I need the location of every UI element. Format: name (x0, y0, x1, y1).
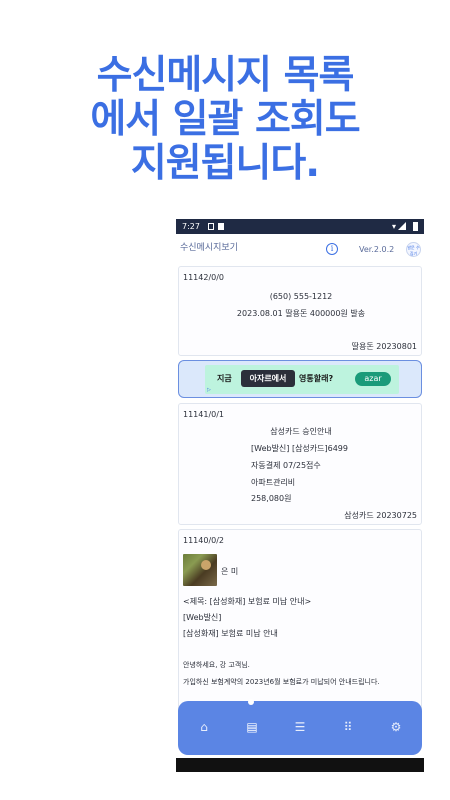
message-line: 자동결제 07/25접수 (251, 461, 321, 470)
table-icon[interactable]: ☰ (292, 719, 308, 735)
message-id: 11141/0/1 (183, 410, 225, 419)
message-list[interactable]: 11142/0/0 (650) 555-1212 2023.08.01 딸용돈 … (176, 264, 424, 772)
message-card[interactable]: 11140/0/2 은 미 <제목: [삼성화재] 보험료 미납 안내> [We… (178, 529, 422, 729)
message-line: [Web발신] [삼성카드]6499 (251, 444, 348, 453)
notification-icon (208, 223, 214, 230)
message-icon[interactable]: ▤ (244, 719, 260, 735)
message-line: 가입하신 보험계약의 2023년6월 보험료가 미납되어 안내드립니다. (183, 678, 380, 686)
message-line: (650) 555-1212 (269, 292, 333, 301)
ad-highlight: 아자르에서 (241, 370, 295, 387)
sim-icon (218, 223, 224, 230)
ad-text: 영통할래? (299, 374, 334, 383)
photo-subject (201, 560, 211, 570)
message-id: 11140/0/2 (183, 536, 225, 545)
sender-photo (183, 554, 217, 586)
message-line: [삼성화재] 보험료 미납 안내 (183, 629, 278, 638)
screen: 수신메시지 목록 에서 일괄 조회도 지원됩니다. 7:27 ▾ 수신메시지보기… (0, 0, 450, 800)
message-line: 아파트관리비 (251, 478, 296, 487)
ad-image[interactable]: 지금 아자르에서 영통할래? azar ▷ (205, 365, 399, 394)
active-indicator (248, 699, 254, 705)
ad-choices-icon[interactable]: ▷ (207, 387, 211, 393)
info-icon[interactable]: i (326, 243, 338, 255)
ad-text: 지금 (217, 374, 232, 383)
message-footer: 삼성카드 20230725 (344, 511, 417, 520)
bottom-nav: ⌂ ▤ ☰ ⠿ ⚙ (178, 699, 422, 755)
wifi-icon: ▾ (391, 222, 396, 231)
app-bar: 수신메시지보기 i Ver.2.0.2 발문 수집기 (176, 234, 424, 264)
sender-name: 은 미 (221, 567, 239, 576)
message-line: 2023.08.01 딸용돈 400000원 발송 (236, 309, 366, 318)
phone-screen: 7:27 ▾ 수신메시지보기 i Ver.2.0.2 발문 수집기 11142/… (176, 219, 424, 772)
message-line: 258,080원 (251, 494, 292, 503)
message-footer: 딸용돈 20230801 (351, 342, 417, 351)
status-bar: 7:27 ▾ (176, 219, 424, 234)
app-logo-avatar[interactable]: 발문 수집기 (406, 242, 421, 257)
ad-banner[interactable]: 지금 아자르에서 영통할래? azar ▷ (178, 360, 422, 398)
promo-line-1: 수신메시지 목록 (96, 53, 355, 98)
message-line: [Web발신] (183, 613, 222, 622)
message-line: 안녕하세요, 강 고객님. (183, 661, 250, 669)
ad-brand-logo: azar (355, 372, 391, 386)
system-nav-bar (176, 758, 424, 772)
promo-headline: 수신메시지 목록 에서 일괄 조회도 지원됩니다. (0, 54, 450, 186)
home-icon[interactable]: ⌂ (196, 719, 212, 735)
message-id: 11142/0/0 (183, 273, 225, 282)
signal-icon (398, 222, 406, 230)
status-time: 7:27 (182, 222, 200, 231)
app-title: 수신메시지보기 (180, 243, 238, 253)
settings-icon[interactable]: ⚙ (388, 719, 404, 735)
message-line: <제목: [삼성화재] 보험료 미납 안내> (183, 597, 312, 606)
message-card[interactable]: 11141/0/1 삼성카드 승인안내 [Web발신] [삼성카드]6499 자… (178, 403, 422, 525)
apps-icon[interactable]: ⠿ (340, 719, 356, 735)
battery-icon (413, 222, 418, 231)
message-line: 삼성카드 승인안내 (270, 427, 332, 436)
version-label: Ver.2.0.2 (359, 245, 395, 254)
message-card[interactable]: 11142/0/0 (650) 555-1212 2023.08.01 딸용돈 … (178, 266, 422, 356)
promo-line-2: 에서 일괄 조회도 (90, 97, 360, 142)
promo-line-3: 지원됩니다. (130, 141, 320, 186)
